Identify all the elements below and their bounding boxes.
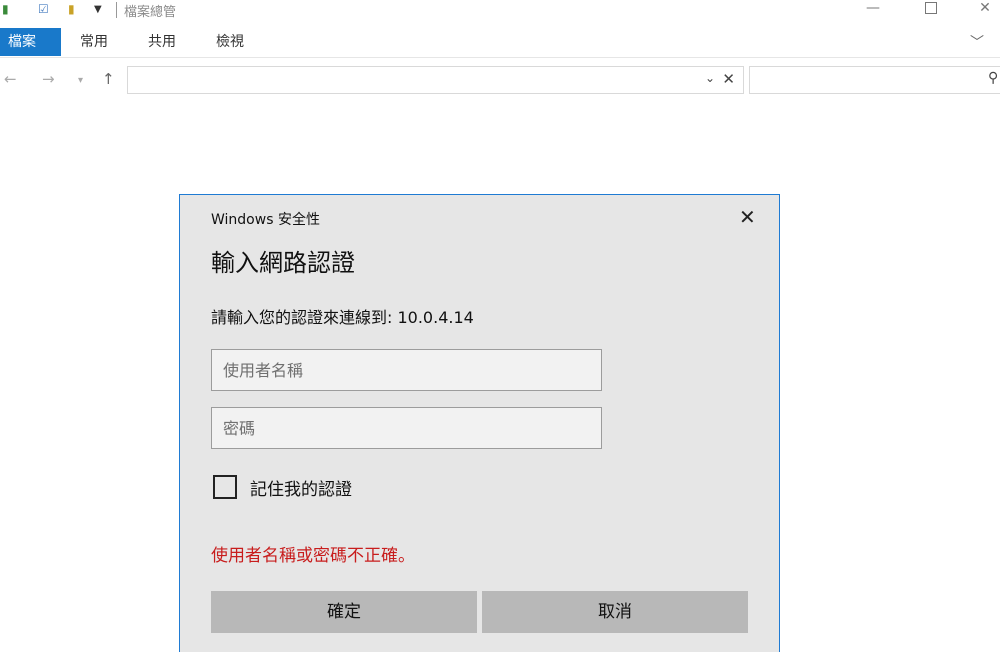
password-field-box — [211, 407, 602, 449]
tab-share[interactable]: 共用 — [142, 29, 182, 55]
clear-address-icon[interactable]: ✕ — [722, 70, 735, 88]
customize-dropdown-icon[interactable]: ▼ — [94, 4, 102, 15]
window-title: 檔案總管 — [124, 5, 177, 20]
title-bar: ▮ ☑ ▮ ▼ 檔案總管 — ✕ — [0, 0, 1000, 22]
minimize-icon: — — [866, 0, 880, 16]
ribbon-tabs: 檔案 常用 共用 檢視 ﹀ — [0, 22, 1000, 58]
close-window-button[interactable]: ✕ — [962, 0, 1000, 22]
chevron-down-icon[interactable]: ⌄ — [705, 71, 715, 85]
password-input[interactable] — [212, 408, 601, 448]
dialog-heading: 輸入網路認證 — [211, 249, 355, 277]
expand-ribbon-icon[interactable]: ﹀ — [970, 32, 984, 52]
save-icon[interactable]: ▮ — [2, 2, 9, 16]
new-folder-icon[interactable]: ▮ — [68, 2, 75, 16]
search-icon: ⚲ — [988, 70, 999, 86]
up-arrow-icon[interactable]: ↑ — [102, 70, 115, 88]
remember-label: 記住我的認證 — [250, 480, 352, 500]
search-box[interactable]: ⚲ — [749, 66, 1000, 94]
tab-view[interactable]: 檢視 — [210, 29, 250, 55]
close-icon: ✕ — [979, 0, 991, 16]
recent-locations-icon[interactable]: ▾ — [78, 75, 83, 86]
forward-arrow-icon[interactable]: → — [42, 70, 55, 88]
dialog-prompt: 請輸入您的認證來連線到: 10.0.4.14 — [211, 308, 474, 327]
remember-checkbox[interactable] — [213, 475, 237, 499]
properties-check-icon[interactable]: ☑ — [38, 2, 49, 16]
username-input[interactable] — [212, 350, 601, 390]
error-message: 使用者名稱或密碼不正確。 — [211, 546, 415, 566]
cancel-button[interactable]: 取消 — [482, 591, 748, 633]
tab-file[interactable]: 檔案 — [0, 28, 61, 56]
title-separator — [116, 2, 117, 18]
address-bar[interactable]: ⌄ ✕ — [127, 66, 744, 94]
minimize-button[interactable]: — — [850, 0, 896, 22]
dialog-close-icon[interactable]: ✕ — [739, 205, 756, 229]
tab-home[interactable]: 常用 — [74, 29, 114, 55]
credential-dialog: Windows 安全性 ✕ 輸入網路認證 請輸入您的認證來連線到: 10.0.4… — [179, 194, 780, 652]
maximize-icon — [925, 2, 937, 14]
dialog-caption: Windows 安全性 — [211, 212, 320, 228]
back-arrow-icon[interactable]: ← — [4, 70, 17, 88]
ok-button[interactable]: 確定 — [211, 591, 477, 633]
maximize-button[interactable] — [908, 0, 954, 22]
username-field-box — [211, 349, 602, 391]
navigation-bar: ← → ▾ ↑ ⌄ ✕ ⚲ — [0, 58, 1000, 102]
